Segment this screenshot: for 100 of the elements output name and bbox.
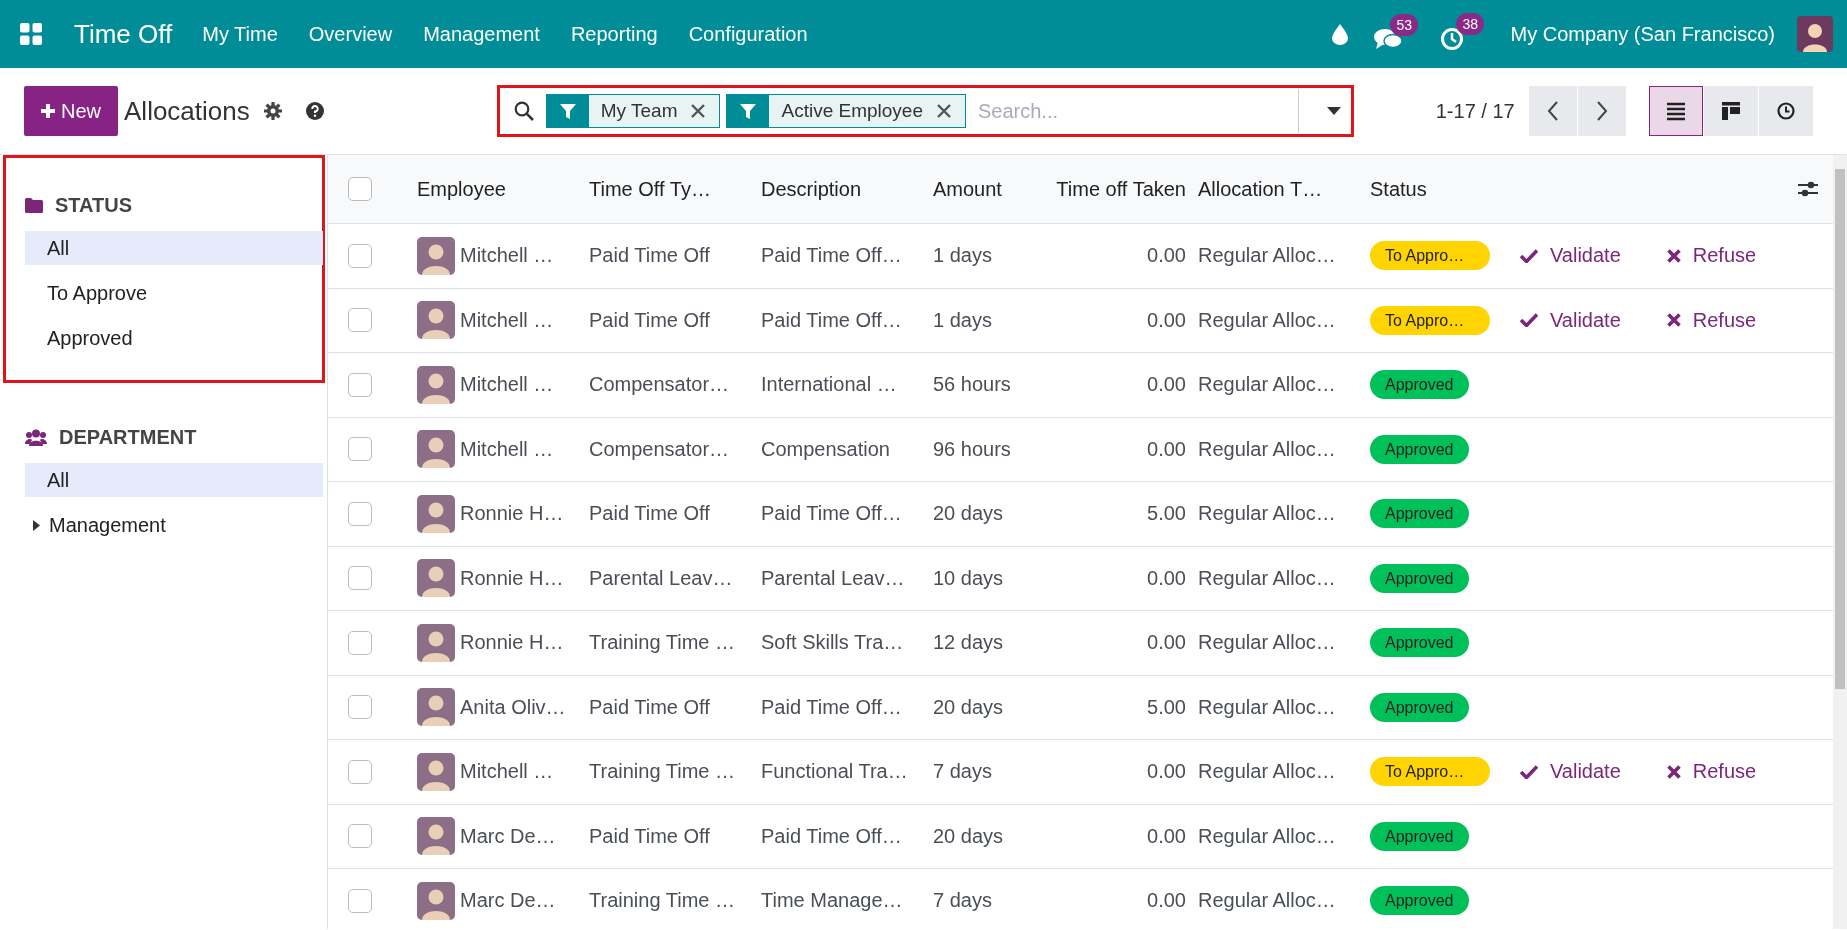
status-badge: Approved [1370, 370, 1469, 400]
activity-view-button[interactable] [1758, 86, 1813, 136]
check-icon [1520, 764, 1538, 779]
time-off-type: Training Time … [589, 760, 736, 784]
description-text: Paid Time Off… [761, 308, 903, 332]
employee-name: Ronnie H… [460, 502, 564, 526]
scrollbar-thumb[interactable] [1835, 169, 1845, 689]
row-checkbox[interactable] [348, 824, 372, 849]
validate-button[interactable]: Validate [1512, 244, 1629, 268]
pager-value[interactable]: 1-17 / 17 [1435, 99, 1515, 123]
filter-item[interactable]: Management [25, 508, 323, 542]
employee-name: Marc De… [460, 889, 556, 913]
amount-value: 96 hours [933, 437, 1012, 461]
column-header[interactable]: Status [1370, 177, 1783, 201]
employee-name: Ronnie H… [460, 566, 564, 590]
caret-down-icon [1326, 107, 1341, 115]
avatar [417, 365, 455, 404]
users-icon [25, 429, 47, 446]
caret-right-icon[interactable] [33, 519, 41, 531]
menu-item[interactable]: Configuration [688, 22, 808, 46]
next-button[interactable] [1577, 86, 1626, 136]
column-header[interactable]: Description [761, 177, 933, 201]
user-avatar[interactable] [1797, 16, 1833, 52]
remove-icon[interactable] [937, 104, 951, 118]
kanban-icon [1721, 101, 1740, 121]
status-badge: Approved [1370, 886, 1469, 916]
refuse-button[interactable]: Refuse [1658, 760, 1765, 784]
select-all-checkbox[interactable] [348, 177, 372, 201]
filter-item[interactable]: Approved [25, 321, 323, 355]
row-checkbox[interactable] [348, 372, 372, 397]
avatar [417, 430, 455, 469]
kanban-view-button[interactable] [1703, 86, 1758, 136]
company-name[interactable]: My Company (San Francisco) [1510, 22, 1775, 46]
menu-item[interactable]: Management [423, 22, 540, 46]
app-name[interactable]: Time Off [74, 18, 173, 50]
status-badge: To Appro… [1370, 241, 1490, 271]
row-checkbox[interactable] [348, 566, 372, 591]
description-text: Parental Leav… [761, 566, 906, 590]
menu-item[interactable]: Reporting [570, 22, 658, 46]
column-header[interactable]: Employee [417, 177, 589, 201]
allocation-type: Regular Alloc… [1198, 244, 1337, 268]
time-taken-value: 0.00 [1146, 889, 1187, 913]
column-header[interactable]: Time off Taken [1036, 177, 1198, 201]
refuse-button[interactable]: Refuse [1658, 308, 1765, 332]
status-badge: Approved [1370, 499, 1469, 529]
search-icon[interactable] [513, 101, 534, 121]
row-checkbox[interactable] [348, 888, 372, 913]
previous-button[interactable] [1528, 86, 1577, 136]
chevron-right-icon [1595, 101, 1608, 121]
avatar [417, 881, 455, 920]
apps-menu-icon[interactable] [20, 23, 42, 45]
validate-button[interactable]: Validate [1512, 308, 1629, 332]
filter-item[interactable]: All [25, 231, 323, 265]
validate-button[interactable]: Validate [1512, 760, 1629, 784]
menu-item[interactable]: Overview [308, 22, 393, 46]
avatar [417, 236, 455, 275]
time-off-type: Training Time … [589, 631, 736, 655]
amount-value: 20 days [933, 824, 1005, 848]
time-off-type: Paid Time Off [589, 244, 711, 268]
allocation-type: Regular Alloc… [1198, 695, 1337, 719]
search-input[interactable]: Search... [972, 99, 1298, 123]
column-header[interactable]: Amount [933, 177, 1036, 201]
time-taken-value: 0.00 [1146, 437, 1187, 461]
time-taken-value: 0.00 [1146, 631, 1187, 655]
column-settings-icon[interactable] [1798, 180, 1818, 198]
remove-icon[interactable] [691, 104, 706, 118]
activities-button[interactable]: 38 [1440, 13, 1489, 55]
filter-facet[interactable]: Active Employee [726, 94, 966, 128]
amount-value: 7 days [933, 889, 993, 913]
row-checkbox[interactable] [348, 243, 372, 268]
filter-facet[interactable]: My Team [545, 94, 721, 128]
clock-icon [1440, 27, 1465, 51]
menu-item[interactable]: My Time [202, 22, 278, 46]
help-icon[interactable] [305, 102, 324, 120]
filter-icon [559, 103, 576, 119]
cross-icon [1666, 313, 1681, 328]
drop-icon[interactable] [1332, 23, 1349, 45]
row-checkbox[interactable] [348, 759, 372, 784]
avatar [417, 494, 455, 533]
search-options-toggle[interactable] [1297, 89, 1341, 133]
scrollbar[interactable] [1833, 155, 1847, 929]
column-header[interactable]: Allocation T… [1198, 177, 1370, 201]
row-checkbox[interactable] [348, 437, 372, 462]
refuse-button[interactable]: Refuse [1658, 244, 1765, 268]
messages-button[interactable]: 53 [1374, 14, 1427, 54]
filter-item[interactable]: All [25, 463, 323, 497]
check-icon [1520, 313, 1538, 328]
filter-icon [740, 103, 757, 119]
list-view-button[interactable] [1648, 86, 1703, 136]
column-header[interactable]: Time Off Ty… [589, 177, 761, 201]
settings-icon[interactable] [263, 102, 282, 120]
amount-value: 20 days [933, 502, 1005, 526]
time-taken-value: 0.00 [1146, 373, 1187, 397]
row-checkbox[interactable] [348, 630, 372, 655]
list-icon [1666, 101, 1685, 121]
new-button[interactable]: New [24, 86, 118, 136]
row-checkbox[interactable] [348, 695, 372, 720]
filter-item[interactable]: To Approve [25, 276, 323, 310]
row-checkbox[interactable] [348, 501, 372, 526]
row-checkbox[interactable] [348, 308, 372, 333]
